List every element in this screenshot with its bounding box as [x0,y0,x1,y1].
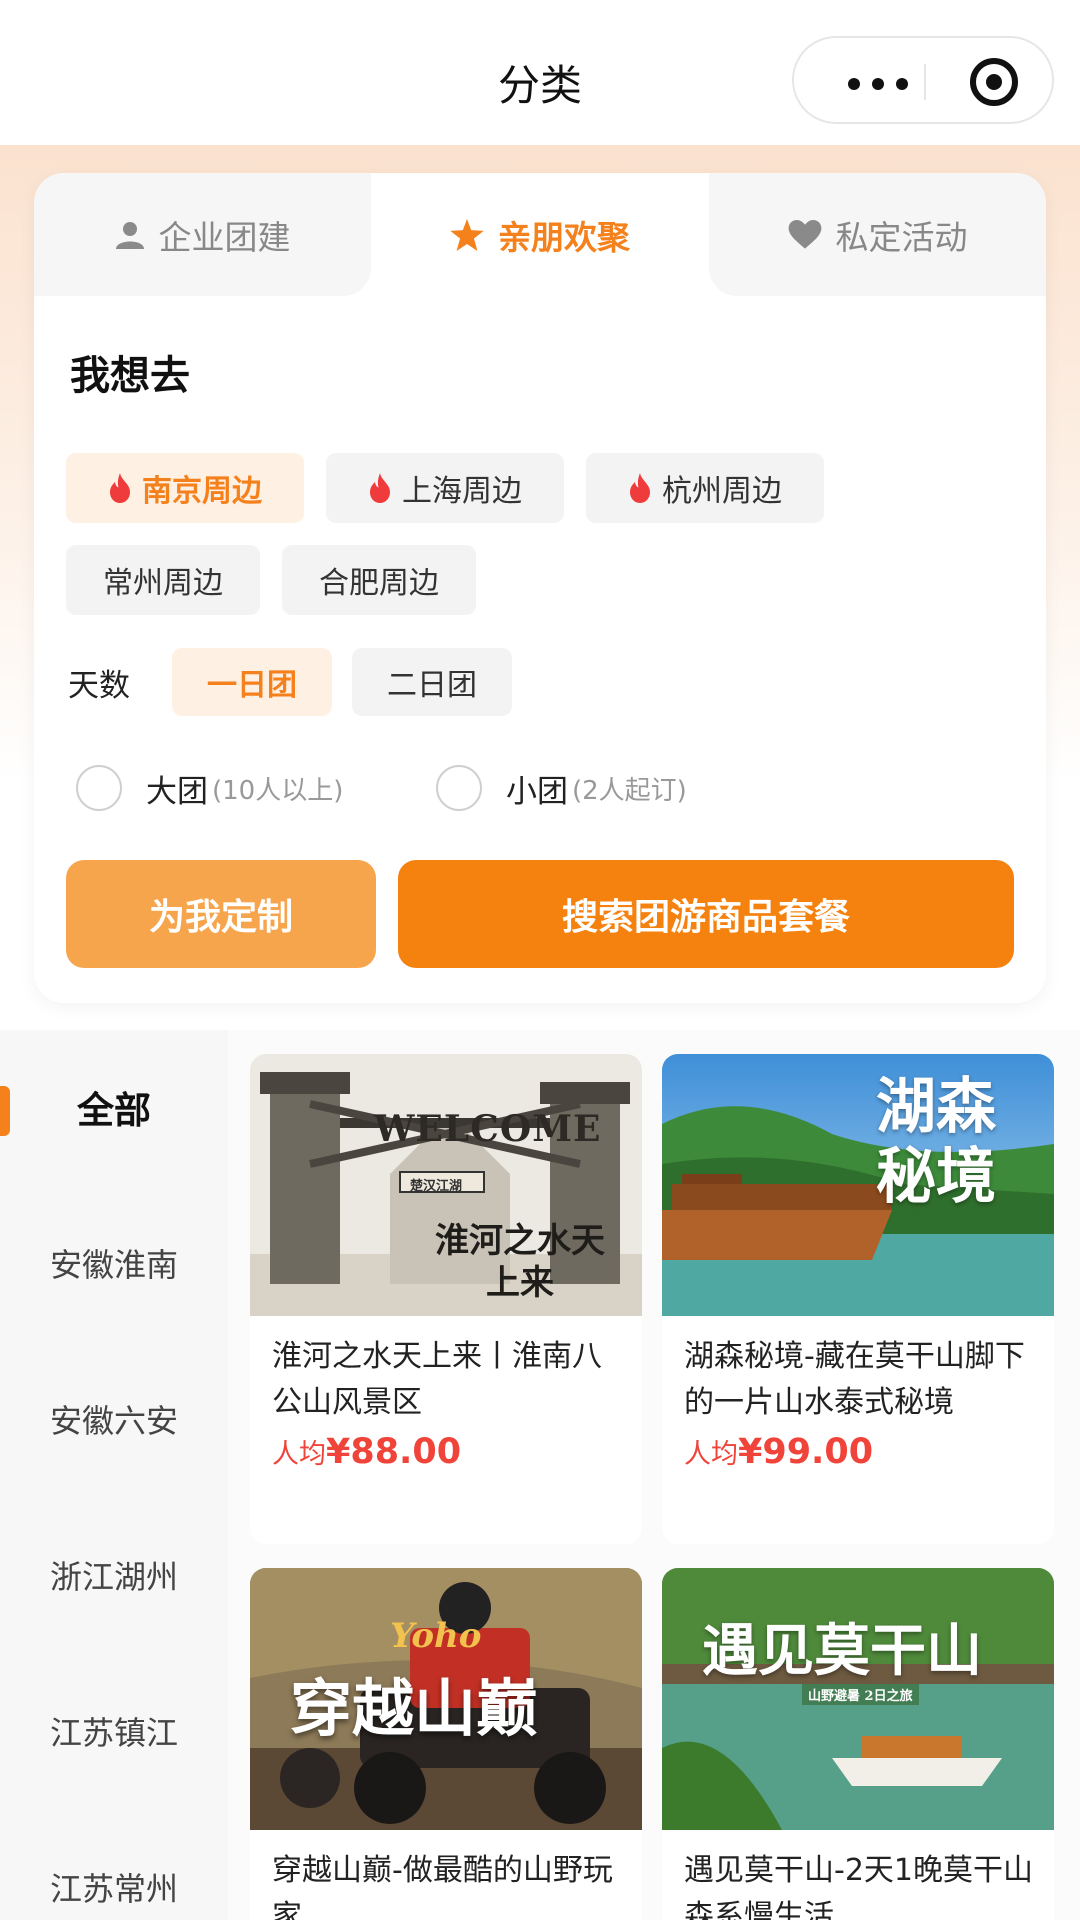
product-card[interactable]: Yoho 穿越山巅 穿越山巅-做最酷的山野玩家 [250,1568,642,1920]
image-plaque-text: 楚汉江湖 [410,1179,463,1194]
fire-icon [370,473,390,503]
group-size-large[interactable]: 大团 (10人以上) [76,763,343,813]
sidebar-item-anhui-huainan[interactable]: 安徽淮南 [0,1240,228,1286]
product-title: 淮河之水天上来丨淮南八公山风景区 [272,1339,602,1420]
capsule-divider [924,64,926,100]
mini-program-capsule [792,36,1054,124]
tab-label: 企业团建 [158,217,291,257]
tab-label: 亲朋欢聚 [498,217,630,257]
destination-chip-shanghai[interactable]: 上海周边 [326,453,564,523]
destination-heading: 我想去 [70,353,190,399]
tab-friends-gathering[interactable]: 亲朋欢聚 [371,173,709,296]
radio-note: (2人起订) [572,775,687,806]
price-value: ¥99.00 [738,1432,874,1472]
image-sub-text: 山野避暑 2日之旅 [802,1684,919,1705]
sidebar-active-indicator [0,1086,10,1136]
destination-chip-hangzhou[interactable]: 杭州周边 [586,453,824,523]
chip-label: 一日团 [207,668,297,703]
chip-label: 杭州周边 [662,474,782,509]
price-label: 人均 [272,1439,326,1470]
image-caption-text: 淮河之水天上来 [435,1221,605,1303]
product-image: 湖森秘境 [662,1054,1054,1316]
radio-circle[interactable] [76,765,122,811]
image-caption-text: 湖森秘境 [876,1072,996,1212]
product-card[interactable]: 遇见莫干山 山野避暑 2日之旅 遇见莫干山-2天1晚莫干山森系慢生活 [662,1568,1054,1920]
sidebar-item-all[interactable]: 全部 [0,1080,228,1134]
product-title: 遇见莫干山-2天1晚莫干山森系慢生活 [684,1853,1033,1920]
chip-label: 二日团 [387,668,477,703]
destination-chip-nanjing[interactable]: 南京周边 [66,453,304,523]
category-tabs: 企业团建 亲朋欢聚 私定活动 [34,173,1046,296]
more-icon[interactable] [834,62,924,102]
tab-private-activity[interactable]: 私定活动 [709,173,1046,296]
chip-label: 南京周边 [142,474,262,509]
image-caption-text: 穿越山巅 [290,1672,539,1745]
navigation-bar: 分类 [0,0,1080,145]
days-option-two-day[interactable]: 二日团 [352,648,512,716]
product-price: 人均¥88.00 [272,1432,461,1472]
heart-icon [788,219,821,249]
product-image: Yoho 穿越山巅 [250,1568,642,1830]
region-sidebar: 全部 安徽淮南 安徽六安 浙江湖州 江苏镇江 江苏常州 [0,1030,228,1920]
product-card[interactable]: WELCOME 楚汉江湖 淮河之水天上来 淮河之水天上来丨淮南八公山风景区 人均… [250,1054,642,1544]
product-price: 人均¥99.00 [684,1432,873,1472]
sidebar-item-jiangsu-changzhou[interactable]: 江苏常州 [0,1864,228,1910]
sidebar-item-anhui-luan[interactable]: 安徽六安 [0,1396,228,1442]
tab-enterprise-team-building[interactable]: 企业团建 [34,173,371,296]
person-icon [115,221,144,249]
image-sign-text: WELCOME [374,1108,602,1150]
image-script-text: Yoho [390,1616,482,1656]
filter-panel: 企业团建 亲朋欢聚 私定活动 我想去 南京周边 上海周边 杭州周边 常州周边 合… [34,173,1046,1003]
radio-label: 大团 [146,773,208,810]
product-image: WELCOME 楚汉江湖 淮河之水天上来 [250,1054,642,1316]
sidebar-item-jiangsu-zhenjiang[interactable]: 江苏镇江 [0,1708,228,1754]
radio-circle[interactable] [436,765,482,811]
product-title: 穿越山巅-做最酷的山野玩家 [272,1853,613,1920]
radio-label: 小团 [506,773,568,810]
price-label: 人均 [684,1439,738,1470]
days-label: 天数 [68,668,130,704]
fire-icon [630,473,650,503]
product-title: 湖森秘境-藏在莫干山脚下的一片山水泰式秘境 [684,1339,1025,1420]
chip-label: 合肥周边 [319,566,439,601]
chip-label: 上海周边 [402,474,522,509]
search-package-button[interactable]: 搜索团游商品套餐 [398,860,1014,968]
destination-chip-hefei[interactable]: 合肥周边 [282,545,476,615]
product-list: WELCOME 楚汉江湖 淮河之水天上来 淮河之水天上来丨淮南八公山风景区 人均… [228,1030,1080,1920]
destination-chip-changzhou[interactable]: 常州周边 [66,545,260,615]
sidebar-item-zhejiang-huzhou[interactable]: 浙江湖州 [0,1552,228,1598]
fire-icon [110,473,130,503]
group-size-small[interactable]: 小团 (2人起订) [436,763,687,813]
price-value: ¥88.00 [326,1432,462,1472]
chip-label: 常州周边 [103,566,223,601]
tab-label: 私定活动 [835,217,968,257]
customize-button[interactable]: 为我定制 [66,860,376,968]
close-miniprogram-icon[interactable] [970,58,1018,106]
product-image: 遇见莫干山 山野避暑 2日之旅 [662,1568,1054,1830]
star-icon [450,218,484,251]
days-option-one-day[interactable]: 一日团 [172,648,332,716]
product-card[interactable]: 湖森秘境 湖森秘境-藏在莫干山脚下的一片山水泰式秘境 人均¥99.00 [662,1054,1054,1544]
radio-note: (10人以上) [212,775,344,806]
image-caption-text: 遇见莫干山 [702,1618,982,1684]
